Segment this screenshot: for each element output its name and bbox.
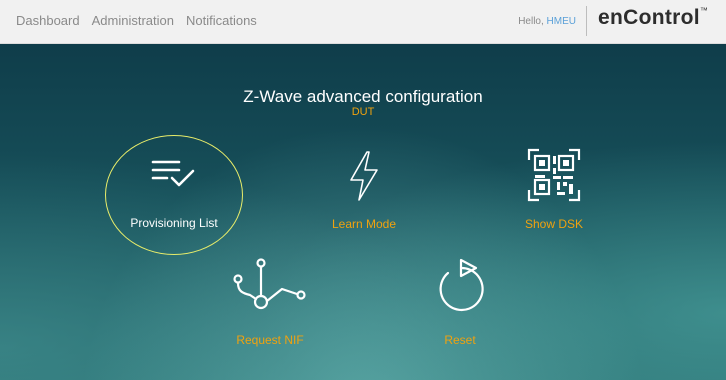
page-title: Z-Wave advanced configuration [243,87,483,106]
user-greeting: Hello, HMEU [518,16,576,27]
lightning-icon [350,151,378,201]
reset-icon [439,258,484,312]
qr-code-icon [527,148,581,202]
network-nodes-icon [233,258,306,310]
brand-trademark: ™ [699,6,709,15]
tile-reset[interactable]: Reset [414,254,506,347]
nav-administration[interactable]: Administration [92,13,174,28]
greeting-text: Hello, [518,16,547,27]
config-panel: Z-Wave advanced configuration DUT Provis… [0,44,726,380]
tile-learn-mode[interactable]: Learn Mode [318,144,410,234]
tile-label: Show DSK [524,217,584,231]
tile-request-nif[interactable]: Request NIF [220,254,320,347]
tile-provisioning-list[interactable]: Provisioning List [105,135,243,255]
top-bar: Dashboard Administration Notifications H… [0,0,726,44]
brand-name: enControl [598,6,700,29]
header-divider [586,6,587,36]
brand-logo: enControl™ [598,6,708,30]
tile-label: Request NIF [236,333,304,347]
main-nav: Dashboard Administration Notifications [16,13,257,28]
tile-show-dsk[interactable]: Show DSK [508,144,600,234]
tile-label: Learn Mode [331,217,397,231]
checklist-icon [151,160,195,187]
tile-label: Reset [444,333,476,347]
username-link[interactable]: HMEU [547,16,576,27]
device-subtitle: DUT [351,106,375,118]
tile-label: Provisioning List [130,216,218,230]
nav-dashboard[interactable]: Dashboard [16,13,80,28]
nav-notifications[interactable]: Notifications [186,13,257,28]
